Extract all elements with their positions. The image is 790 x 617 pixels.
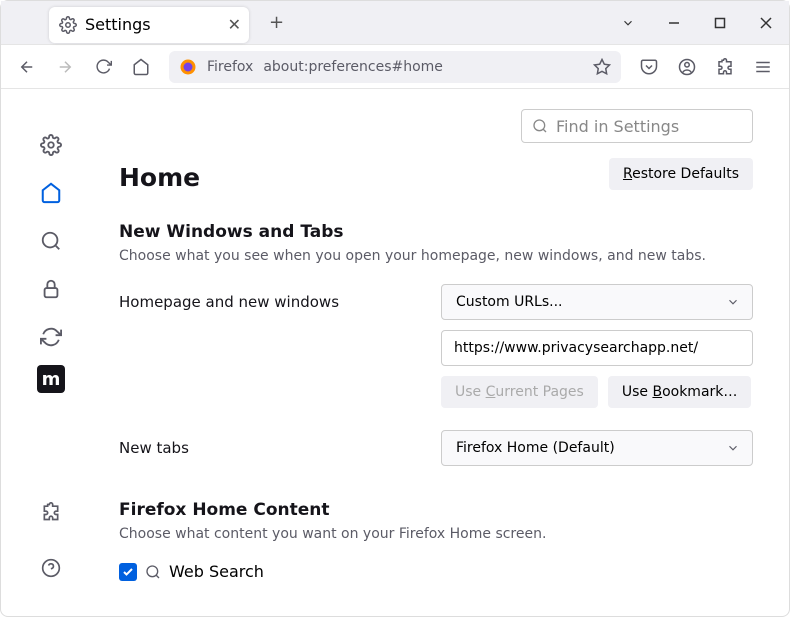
chevron-down-icon xyxy=(726,295,740,309)
homepage-url-input[interactable] xyxy=(441,330,753,366)
sidebar-sync[interactable] xyxy=(31,317,71,357)
home-button[interactable] xyxy=(125,51,157,83)
newtabs-select[interactable]: Firefox Home (Default) xyxy=(441,430,753,466)
pocket-button[interactable] xyxy=(633,51,665,83)
restore-defaults-button[interactable]: Restore Defaults xyxy=(609,158,753,190)
sidebar-search[interactable] xyxy=(31,221,71,261)
account-button[interactable] xyxy=(671,51,703,83)
gear-icon xyxy=(59,16,77,34)
websearch-checkbox[interactable] xyxy=(119,563,137,581)
newtabs-label: New tabs xyxy=(119,439,429,457)
section-home-content-heading: Firefox Home Content xyxy=(119,500,753,520)
chevron-down-icon xyxy=(726,441,740,455)
homepage-select[interactable]: Custom URLs... xyxy=(441,284,753,320)
back-button[interactable] xyxy=(11,51,43,83)
search-icon xyxy=(145,564,161,580)
close-tab-icon[interactable]: ✕ xyxy=(228,15,241,34)
forward-button xyxy=(49,51,81,83)
menu-button[interactable] xyxy=(747,51,779,83)
toolbar: Firefox about:preferences#home xyxy=(1,45,789,89)
section-new-windows-heading: New Windows and Tabs xyxy=(119,222,753,242)
tabs-dropdown-button[interactable] xyxy=(605,1,651,45)
sidebar-privacy[interactable] xyxy=(31,269,71,309)
use-bookmark-button[interactable]: Use Bookmark… xyxy=(608,376,752,408)
homepage-label: Homepage and new windows xyxy=(119,293,429,311)
url-bar[interactable]: Firefox about:preferences#home xyxy=(169,51,621,83)
maximize-button[interactable] xyxy=(697,1,743,45)
search-placeholder: Find in Settings xyxy=(556,117,679,136)
firefox-logo-icon xyxy=(179,58,197,76)
search-icon xyxy=(532,118,548,134)
find-in-settings[interactable]: Find in Settings xyxy=(521,109,753,143)
section-home-content-desc: Choose what content you want on your Fir… xyxy=(119,526,753,542)
section-new-windows-desc: Choose what you see when you open your h… xyxy=(119,248,753,264)
preferences-sidebar: m xyxy=(1,89,101,616)
sidebar-general[interactable] xyxy=(31,125,71,165)
url-text: about:preferences#home xyxy=(263,59,443,75)
main-content: Find in Settings Home Restore Defaults N… xyxy=(101,89,789,616)
sidebar-extensions[interactable] xyxy=(31,492,71,532)
title-bar: Settings ✕ + xyxy=(1,1,789,45)
new-tab-button[interactable]: + xyxy=(261,8,292,37)
close-window-button[interactable] xyxy=(743,1,789,45)
tab-title: Settings xyxy=(85,15,151,34)
bookmark-star-icon[interactable] xyxy=(593,58,611,76)
sidebar-help[interactable] xyxy=(31,548,71,588)
sidebar-home[interactable] xyxy=(31,173,71,213)
sidebar-more[interactable]: m xyxy=(37,365,65,393)
browser-tab[interactable]: Settings ✕ xyxy=(49,7,249,43)
websearch-label: Web Search xyxy=(169,562,264,581)
use-current-pages-button: Use Current Pages xyxy=(441,376,598,408)
minimize-button[interactable] xyxy=(651,1,697,45)
reload-button[interactable] xyxy=(87,51,119,83)
extensions-button[interactable] xyxy=(709,51,741,83)
identity-label: Firefox xyxy=(207,59,253,75)
